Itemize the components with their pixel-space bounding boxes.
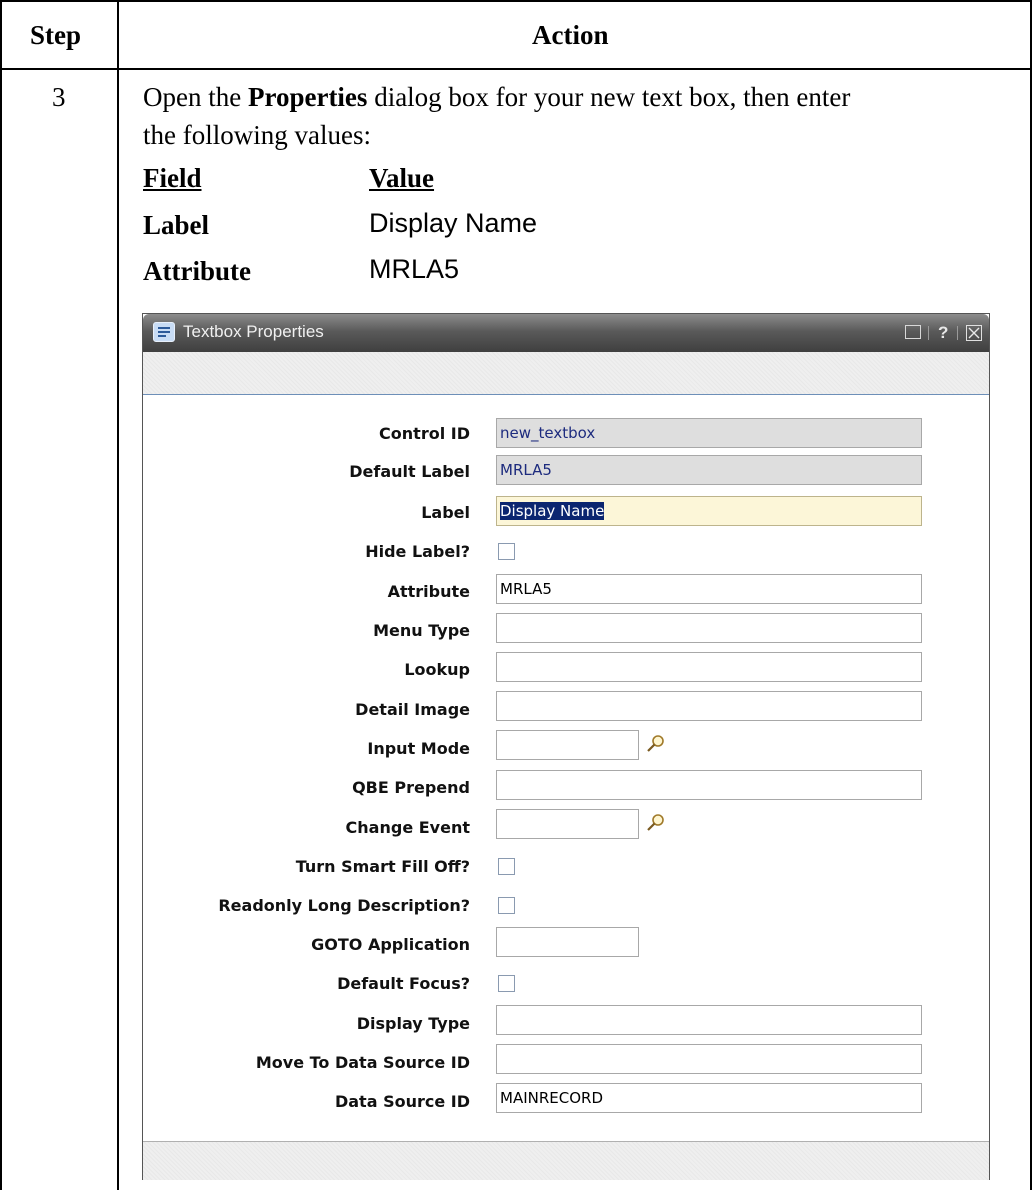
field-label-default-label: Default Label: [349, 462, 470, 481]
field-label-detail-image: Detail Image: [355, 700, 470, 719]
dialog-titlebar[interactable]: Textbox Properties ?: [143, 314, 989, 352]
close-box-icon[interactable]: [966, 325, 982, 341]
field-label-qbe-prepend: QBE Prepend: [352, 778, 470, 797]
qbe-prepend-field[interactable]: [496, 770, 922, 800]
instruction-post: dialog box for your new text box, then e…: [367, 82, 851, 112]
field-label-input-mode: Input Mode: [367, 739, 470, 758]
field-label-turn-smart-fill-off: Turn Smart Fill Off?: [295, 857, 470, 876]
fv-value-attribute: MRLA5: [369, 254, 460, 284]
turn-smart-fill-off-checkbox[interactable]: [498, 858, 515, 875]
dialog-toolbar-strip: [143, 352, 989, 395]
header-bottom-border: [0, 68, 1032, 70]
titlebar-separator: [957, 326, 958, 340]
field-label-menu-type: Menu Type: [373, 621, 470, 640]
hide-label-checkbox[interactable]: [498, 543, 515, 560]
default-focus-checkbox[interactable]: [498, 975, 515, 992]
input-mode-field[interactable]: [496, 730, 639, 760]
column-divider: [117, 0, 119, 1190]
dialog-title: Textbox Properties: [183, 322, 324, 341]
table-top-border: [0, 0, 1032, 2]
magnifier-icon[interactable]: [645, 812, 667, 834]
label-field-selected-text: Display Name: [500, 502, 605, 520]
value-column-heading: Value: [369, 163, 435, 193]
step-number: 3: [52, 82, 66, 112]
action-column-header: Action: [532, 20, 609, 50]
readonly-long-description-checkbox[interactable]: [498, 897, 515, 914]
table-left-border: [0, 0, 2, 1190]
detail-image-field[interactable]: [496, 691, 922, 721]
field-label-display-type: Display Type: [356, 1014, 470, 1033]
field-column-heading: Field: [143, 163, 202, 193]
data-source-id-field[interactable]: MAINRECORD: [496, 1083, 922, 1113]
step-column-header: Step: [30, 20, 82, 50]
menu-type-field[interactable]: [496, 613, 922, 643]
instruction-line-2: the following values:: [143, 120, 371, 150]
change-event-field[interactable]: [496, 809, 639, 839]
display-type-field[interactable]: [496, 1005, 922, 1035]
instruction-line-1: Open the Properties dialog box for your …: [143, 80, 850, 114]
field-label-readonly-long-description: Readonly Long Description?: [218, 896, 470, 915]
control-id-field[interactable]: new_textbox: [496, 418, 922, 448]
fv-field-attribute: Attribute: [143, 256, 251, 286]
label-field[interactable]: Display Name: [496, 496, 922, 526]
goto-application-field[interactable]: [496, 927, 639, 957]
field-label-goto-application: GOTO Application: [311, 935, 470, 954]
field-label-lookup: Lookup: [404, 660, 470, 679]
lookup-field[interactable]: [496, 652, 922, 682]
dialog-footer-strip: [143, 1141, 989, 1180]
default-label-field[interactable]: MRLA5: [496, 455, 922, 485]
move-to-data-source-id-field[interactable]: [496, 1044, 922, 1074]
attribute-field[interactable]: MRLA5: [496, 574, 922, 604]
magnifier-icon[interactable]: [645, 733, 667, 755]
field-label-label: Label: [421, 503, 470, 522]
textbox-properties-dialog: Textbox Properties ? Control ID new_text…: [142, 313, 990, 1180]
field-label-data-source-id: Data Source ID: [334, 1092, 470, 1111]
field-label-hide-label: Hide Label?: [365, 542, 470, 561]
field-label-move-to-data-source-id: Move To Data Source ID: [255, 1053, 470, 1072]
field-label-default-focus: Default Focus?: [337, 974, 470, 993]
fv-value-label: Display Name: [369, 208, 538, 238]
field-label-control-id: Control ID: [379, 424, 470, 443]
help-button[interactable]: ?: [938, 323, 948, 343]
titlebar-separator: [928, 326, 929, 340]
window-menu-icon[interactable]: [905, 325, 921, 339]
instruction-bold: Properties: [247, 82, 368, 112]
speech-bubble-icon: [153, 322, 175, 342]
fv-field-label: Label: [143, 210, 210, 240]
instruction-pre: Open the: [143, 82, 248, 112]
field-label-change-event: Change Event: [345, 818, 470, 837]
field-label-attribute: Attribute: [387, 582, 470, 601]
